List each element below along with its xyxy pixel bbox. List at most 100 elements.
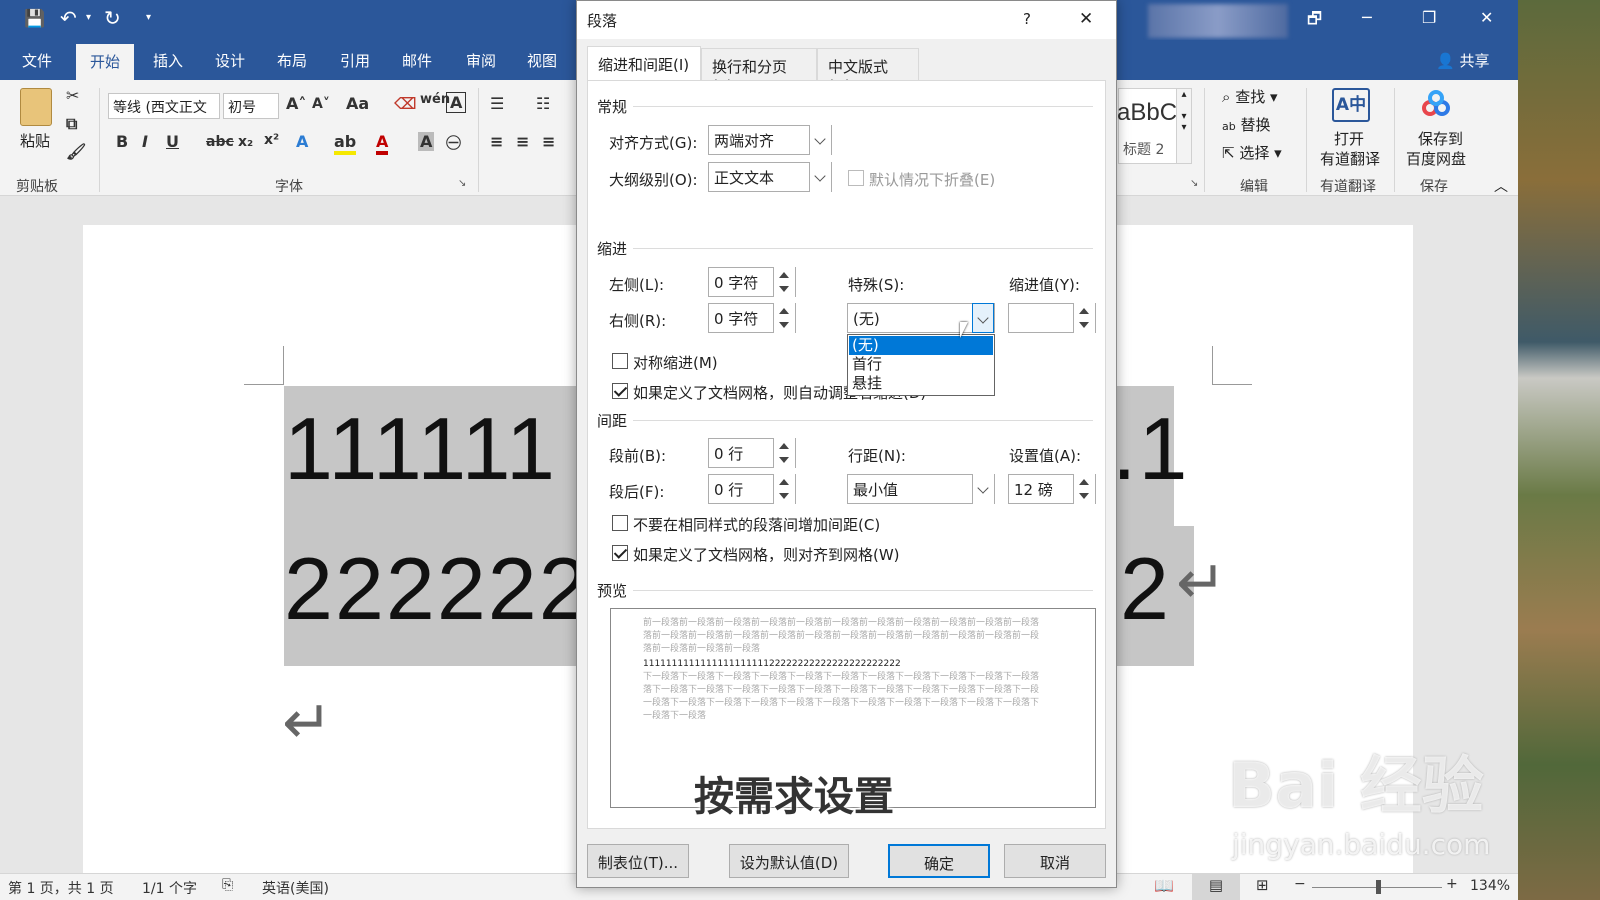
ok-button[interactable]: 确定 bbox=[888, 844, 990, 878]
space-after-input[interactable]: 0 行 bbox=[708, 474, 796, 504]
spinner-icon[interactable] bbox=[1073, 303, 1095, 333]
char-shading-icon[interactable]: A bbox=[418, 132, 435, 151]
change-case-icon[interactable]: Aa bbox=[346, 94, 369, 113]
enclose-char-icon[interactable]: ㊀ bbox=[446, 132, 461, 153]
tabs-button[interactable]: 制表位(T)... bbox=[587, 844, 689, 878]
outline-level-select[interactable]: 正文文本 bbox=[708, 162, 832, 192]
doc-line-1-tail[interactable]: .1 bbox=[1112, 398, 1189, 500]
collapse-ribbon-icon[interactable]: ︿ bbox=[1494, 176, 1508, 196]
center-icon[interactable]: ≡ bbox=[516, 132, 529, 151]
spinner-icon[interactable] bbox=[773, 438, 795, 468]
youdao-translate-icon[interactable]: A中 bbox=[1332, 88, 1370, 122]
tab-indents-spacing[interactable]: 缩进和间距(I) bbox=[587, 46, 701, 81]
cut-icon[interactable]: ✂ bbox=[66, 86, 79, 105]
baidu-cloud-icon[interactable] bbox=[1420, 88, 1454, 122]
right-indent-input[interactable]: 0 字符 bbox=[708, 303, 796, 333]
italic-icon[interactable]: I bbox=[142, 132, 148, 151]
mirror-indent-checkbox[interactable] bbox=[612, 353, 628, 369]
youdao-translate-label[interactable]: 有道翻译 bbox=[1320, 148, 1380, 169]
spinner-icon[interactable] bbox=[773, 267, 795, 297]
spinner-icon[interactable] bbox=[773, 303, 795, 333]
paste-icon[interactable] bbox=[20, 88, 52, 126]
minimize-icon[interactable]: ─ bbox=[1362, 8, 1372, 27]
save-icon[interactable]: 💾 bbox=[24, 9, 45, 29]
subscript-icon[interactable]: x₂ bbox=[238, 134, 253, 150]
strikethrough-icon[interactable]: abc bbox=[206, 134, 234, 150]
format-painter-icon[interactable]: 🖌 bbox=[66, 142, 86, 161]
styles-dialog-launcher-icon[interactable]: ↘ bbox=[1190, 178, 1198, 189]
styles-scroll[interactable]: ▴ ▾ ▾ bbox=[1176, 88, 1192, 164]
tab-asian-typography[interactable]: 中文版式(H) bbox=[817, 48, 919, 95]
space-before-input[interactable]: 0 行 bbox=[708, 438, 796, 468]
tab-insert[interactable]: 插入 bbox=[153, 50, 183, 71]
zoom-slider-thumb[interactable] bbox=[1376, 880, 1381, 894]
cancel-button[interactable]: 取消 bbox=[1004, 844, 1106, 878]
tab-references[interactable]: 引用 bbox=[340, 50, 370, 71]
zoom-level[interactable]: 134% bbox=[1470, 878, 1510, 894]
close-icon[interactable]: ✕ bbox=[1079, 9, 1093, 29]
proofing-icon[interactable]: ⎘ bbox=[222, 877, 233, 893]
tab-home[interactable]: 开始 bbox=[76, 44, 135, 80]
customize-qat-icon[interactable]: ▾ bbox=[146, 12, 151, 23]
undo-dropdown-icon[interactable]: ▾ bbox=[86, 12, 91, 23]
find-button[interactable]: ⌕ 查找 ▾ bbox=[1222, 86, 1278, 107]
special-option-hanging[interactable]: 悬挂 bbox=[849, 374, 993, 393]
ribbon-display-icon[interactable]: 🗗 bbox=[1307, 8, 1322, 35]
char-border-icon[interactable]: A bbox=[446, 92, 467, 113]
web-layout-icon[interactable]: ⊞ bbox=[1256, 876, 1269, 894]
left-indent-input[interactable]: 0 字符 bbox=[708, 267, 796, 297]
youdao-open-label[interactable]: 打开 bbox=[1334, 128, 1364, 149]
snap-grid-checkbox[interactable] bbox=[612, 545, 628, 561]
collapse-checkbox[interactable] bbox=[848, 170, 864, 186]
underline-icon[interactable]: U bbox=[166, 132, 179, 151]
select-button[interactable]: ⇱ 选择 ▾ bbox=[1222, 142, 1282, 163]
tab-file[interactable]: 文件 bbox=[22, 50, 52, 71]
highlight-icon[interactable]: ab bbox=[334, 132, 357, 155]
font-name-combo[interactable]: 等线 (西文正文 bbox=[108, 93, 220, 119]
page-count[interactable]: 第 1 页，共 1 页 bbox=[8, 878, 114, 898]
clear-format-icon[interactable]: ⌫ bbox=[394, 94, 417, 113]
align-left-icon[interactable]: ≡ bbox=[490, 132, 503, 151]
close-window-icon[interactable]: ✕ bbox=[1480, 8, 1493, 27]
paste-button[interactable]: 粘贴 bbox=[20, 130, 50, 151]
undo-icon[interactable]: ↶ bbox=[60, 6, 77, 30]
doc-line-2[interactable]: 222222 bbox=[284, 538, 590, 640]
spinner-icon[interactable] bbox=[1073, 474, 1095, 504]
share-button[interactable]: 👤 共享 bbox=[1436, 50, 1489, 71]
line-spacing-select[interactable]: 最小值 bbox=[847, 474, 995, 504]
tab-mailings[interactable]: 邮件 bbox=[402, 50, 432, 71]
read-mode-icon[interactable]: 📖 bbox=[1154, 876, 1174, 895]
redo-icon[interactable]: ↻ bbox=[104, 6, 121, 30]
at-input[interactable]: 12 磅 bbox=[1008, 474, 1096, 504]
font-color-icon[interactable]: A bbox=[376, 132, 389, 155]
superscript-icon[interactable]: x² bbox=[264, 132, 279, 148]
shrink-font-icon[interactable]: A˅ bbox=[312, 96, 330, 112]
tab-review[interactable]: 审阅 bbox=[466, 50, 496, 71]
replace-button[interactable]: ab 替换 bbox=[1222, 114, 1271, 135]
numbering-icon[interactable]: ☷ bbox=[536, 94, 550, 113]
word-count[interactable]: 1/1 个字 bbox=[142, 878, 197, 898]
spinner-icon[interactable] bbox=[773, 474, 795, 504]
help-icon[interactable]: ? bbox=[1023, 10, 1031, 28]
maximize-icon[interactable]: ❐ bbox=[1422, 8, 1436, 27]
zoom-out-icon[interactable]: − bbox=[1294, 876, 1306, 892]
font-size-combo[interactable]: 初号 bbox=[223, 93, 279, 119]
doc-line-1[interactable]: 111111 bbox=[284, 398, 557, 500]
alignment-select[interactable]: 两端对齐 bbox=[708, 125, 832, 155]
print-layout-icon[interactable]: ▤ bbox=[1192, 874, 1240, 900]
tab-line-page-breaks[interactable]: 换行和分页(P) bbox=[701, 48, 817, 95]
baidu-save-label[interactable]: 保存到 bbox=[1418, 128, 1463, 149]
doc-line-2-tail[interactable]: 2 bbox=[1120, 538, 1171, 640]
grow-font-icon[interactable]: A˄ bbox=[286, 94, 306, 113]
zoom-in-icon[interactable]: + bbox=[1446, 876, 1458, 892]
bold-icon[interactable]: B bbox=[116, 132, 128, 151]
bullets-icon[interactable]: ☰ bbox=[490, 94, 504, 113]
text-effects-icon[interactable]: A bbox=[296, 132, 308, 151]
font-dialog-launcher-icon[interactable]: ↘ bbox=[458, 178, 466, 189]
indent-by-input[interactable] bbox=[1008, 303, 1096, 333]
language-indicator[interactable]: 英语(美国) bbox=[262, 878, 329, 898]
tab-view[interactable]: 视图 bbox=[527, 50, 557, 71]
special-option-none[interactable]: (无) bbox=[849, 336, 993, 355]
auto-adjust-checkbox[interactable] bbox=[612, 383, 628, 399]
no-space-checkbox[interactable] bbox=[612, 515, 628, 531]
